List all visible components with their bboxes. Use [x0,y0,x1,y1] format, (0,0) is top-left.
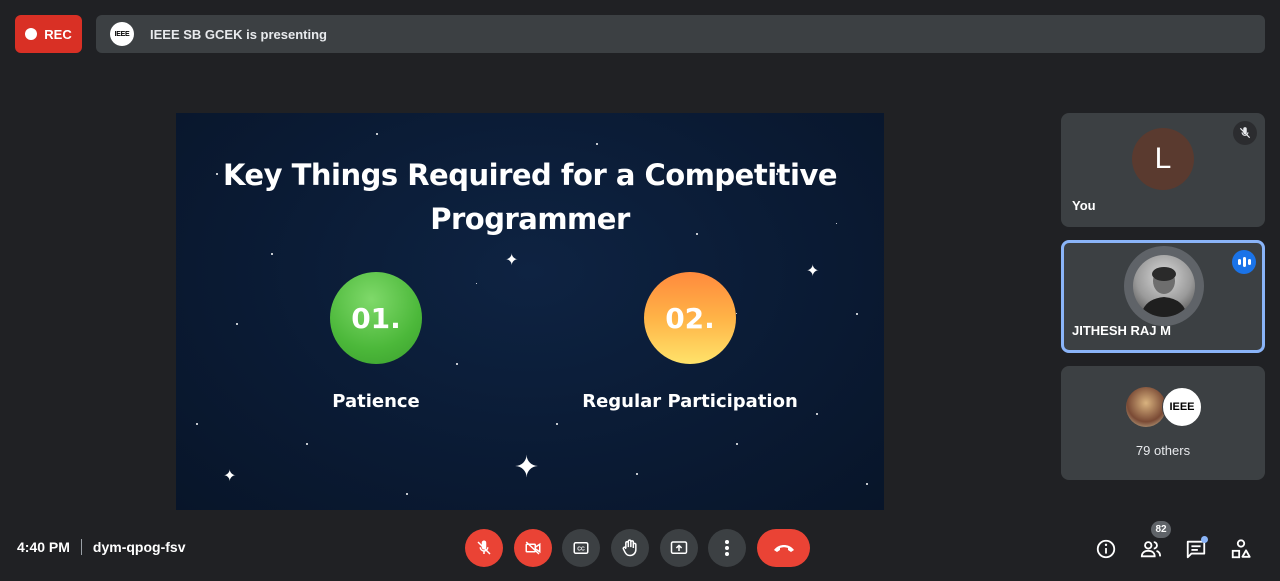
sparkle-icon: ✦ [505,252,519,269]
present-icon [670,541,688,554]
item-number-badge: 02. [644,272,736,364]
sparkle-icon: ✦ [806,263,820,280]
camera-off-icon [525,541,541,555]
rec-label: REC [44,26,72,42]
mic-toggle-button[interactable] [465,529,503,567]
speaking-indicator-icon [1232,250,1256,274]
captions-button[interactable]: CC [562,529,600,567]
sparkle-icon: ✦ [514,451,540,484]
clock-time: 4:40 PM [17,539,70,555]
participant-tile-speaker[interactable]: JITHESH RAJ M [1061,240,1265,353]
slide-title-line2: Programmer [430,202,630,236]
participant-tile-self[interactable]: L You [1061,113,1265,227]
ieee-logo: IEEE [1162,387,1202,427]
participant-tile-others[interactable]: IEEE 79 others [1061,366,1265,480]
item-label: Regular Participation [582,391,798,412]
more-options-button[interactable] [708,529,746,567]
participant-name: You [1072,198,1096,213]
item-number-badge: 01. [330,272,422,364]
activities-button[interactable] [1228,536,1254,562]
avatar [1124,246,1204,326]
recording-indicator[interactable]: REC [15,15,82,53]
meeting-details-button[interactable] [1093,536,1119,562]
people-count-badge: 82 [1151,521,1171,538]
presentation-banner: IEEE IEEE SB GCEK is presenting [96,15,1265,53]
end-call-icon [773,545,794,552]
others-avatars: IEEE [1126,387,1206,429]
slide-title: Key Things Required for a Competitive Pr… [176,153,884,241]
leave-call-button[interactable] [757,529,810,567]
people-icon [1140,541,1162,558]
raise-hand-button[interactable] [611,529,649,567]
presenter-logo: IEEE [110,22,134,46]
meeting-info: 4:40 PM dym-qpog-fsv [17,539,185,555]
chat-notification-dot [1201,536,1208,543]
mic-off-icon [477,540,491,555]
presentation-slide: ✦ ✦ ✦ ✦ Key Things Required for a Compet… [176,113,884,510]
camera-toggle-button[interactable] [514,529,552,567]
sparkle-icon: ✦ [223,468,237,485]
presenting-text: IEEE SB GCEK is presenting [150,26,327,42]
meeting-code: dym-qpog-fsv [92,539,186,555]
captions-icon: CC [573,542,589,554]
info-icon [1096,539,1116,559]
mic-off-icon [1233,121,1257,145]
raise-hand-icon [622,539,637,557]
item-label: Patience [332,391,420,412]
more-options-icon [725,540,729,556]
avatar [1126,387,1166,427]
people-button[interactable] [1138,536,1164,562]
divider [80,539,82,555]
svg-text:CC: CC [577,547,585,553]
activities-icon [1231,539,1251,559]
avatar: L [1132,128,1194,190]
others-count: 79 others [1135,443,1191,458]
record-dot-icon [25,28,38,40]
participant-name: JITHESH RAJ M [1072,323,1171,338]
slide-title-line1: Key Things Required for a Competitive [222,158,838,192]
present-now-button[interactable] [660,529,698,567]
